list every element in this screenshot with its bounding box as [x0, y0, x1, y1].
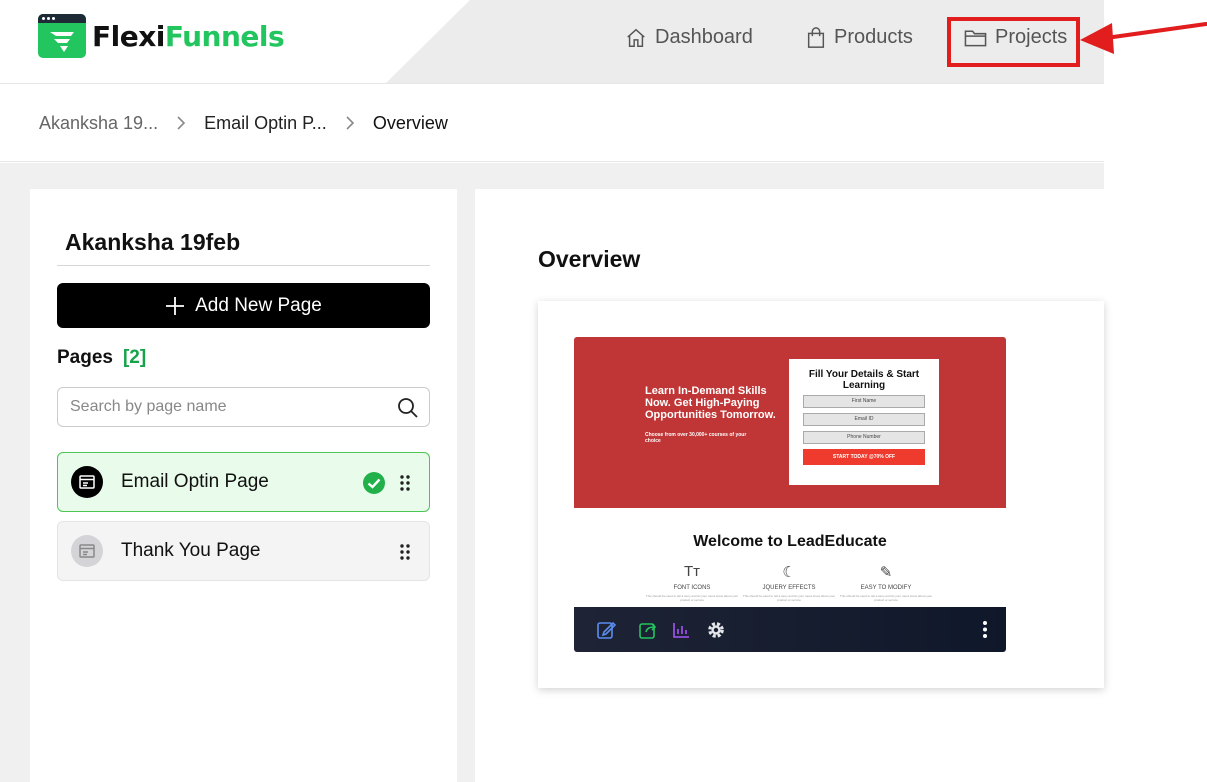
home-icon: [627, 28, 645, 47]
logo-text: FlexiFunnels: [92, 19, 285, 53]
plus-icon: [166, 296, 185, 315]
breadcrumb-page[interactable]: Email Optin P...: [204, 113, 327, 134]
gear-icon[interactable]: [706, 620, 726, 640]
preview-welcome-heading: Welcome to LeadEducate: [693, 533, 887, 550]
logo[interactable]: FlexiFunnels: [38, 14, 285, 58]
preview-feature: Tт FONT ICONS This should be used to tel…: [642, 563, 742, 602]
shopping-bag-icon: [807, 26, 825, 48]
logo-icon: [38, 14, 86, 58]
drag-handle-icon[interactable]: [399, 543, 411, 561]
divider: [57, 265, 430, 266]
page-icon: [71, 466, 103, 498]
add-new-page-button[interactable]: Add New Page: [57, 283, 430, 328]
edit-page-icon[interactable]: [596, 620, 616, 640]
page-thumbnail[interactable]: Learn In-Demand Skills Now. Get High-Pay…: [574, 337, 1006, 652]
preview-form: Fill Your Details & Start Learning First…: [789, 359, 939, 485]
breadcrumb: Akanksha 19... Email Optin P... Overview: [0, 85, 1104, 162]
pages-panel: Akanksha 19feb Add New Page Pages[2] Ema…: [30, 189, 457, 782]
page-preview-card: Learn In-Demand Skills Now. Get High-Pay…: [538, 301, 1104, 688]
preview-field-phone: Phone Number: [803, 431, 925, 444]
top-header: FlexiFunnels Dashboard Products Projects: [0, 0, 1104, 84]
overview-title: Overview: [538, 246, 641, 272]
breadcrumb-project[interactable]: Akanksha 19...: [39, 113, 158, 134]
chevron-right-icon: [176, 115, 186, 131]
preview-feature: ✎ EASY TO MODIFY This should be used to …: [836, 563, 936, 602]
check-circle-icon: [363, 472, 385, 494]
font-icon: Tт: [683, 563, 701, 580]
projects-highlight-box: [947, 17, 1080, 67]
nav-products[interactable]: Products: [806, 26, 913, 49]
nav-dashboard[interactable]: Dashboard: [625, 26, 753, 49]
pages-heading: Pages [2]: [57, 347, 147, 368]
analytics-icon[interactable]: [672, 621, 690, 639]
breadcrumb-current: Overview: [372, 112, 448, 133]
jquery-icon: ☾: [782, 564, 796, 581]
page-icon: [71, 535, 103, 567]
page-search: [57, 387, 430, 427]
page-name: Thank You Page: [121, 540, 261, 561]
page-item-thank-you[interactable]: Thank You Page: [57, 521, 430, 581]
chevron-right-icon: [345, 115, 355, 131]
preview-field-first-name: First Name: [803, 395, 925, 408]
preview-feature: ☾ JQUERY EFFECTS This should be used to …: [739, 563, 839, 602]
preview-hero-heading: Learn In-Demand Skills Now. Get High-Pay…: [645, 385, 776, 421]
nav-products-label: Products: [834, 26, 913, 48]
page-name: Email Optin Page: [121, 471, 269, 492]
overview-panel: Overview Learn In-Demand Skills Now. Get…: [475, 189, 1104, 782]
drag-handle-icon[interactable]: [399, 474, 411, 492]
search-input[interactable]: [58, 388, 378, 426]
project-title: Akanksha 19feb: [65, 229, 241, 255]
nav-dashboard-label: Dashboard: [655, 26, 753, 48]
preview-hero: Learn In-Demand Skills Now. Get High-Pay…: [574, 337, 1006, 508]
preview-form-button: START TODAY @70% OFF: [803, 449, 925, 465]
preview-field-email: Email ID: [803, 413, 925, 426]
edit-icon: ✎: [879, 564, 893, 581]
more-options-icon[interactable]: [982, 620, 988, 639]
preview-hero-subtext: Choose from over 30,000+ courses of your…: [645, 432, 747, 444]
arrow-annotation-icon: [1080, 22, 1207, 54]
page-item-email-optin[interactable]: Email Optin Page: [57, 452, 430, 512]
add-new-page-label: Add New Page: [195, 294, 322, 316]
pages-count: [2]: [122, 347, 147, 368]
preview-form-title: Fill Your Details & Start Learning: [808, 369, 920, 391]
share-icon[interactable]: [638, 620, 658, 640]
preview-toolbar: [574, 607, 1006, 652]
search-icon[interactable]: [397, 397, 419, 419]
